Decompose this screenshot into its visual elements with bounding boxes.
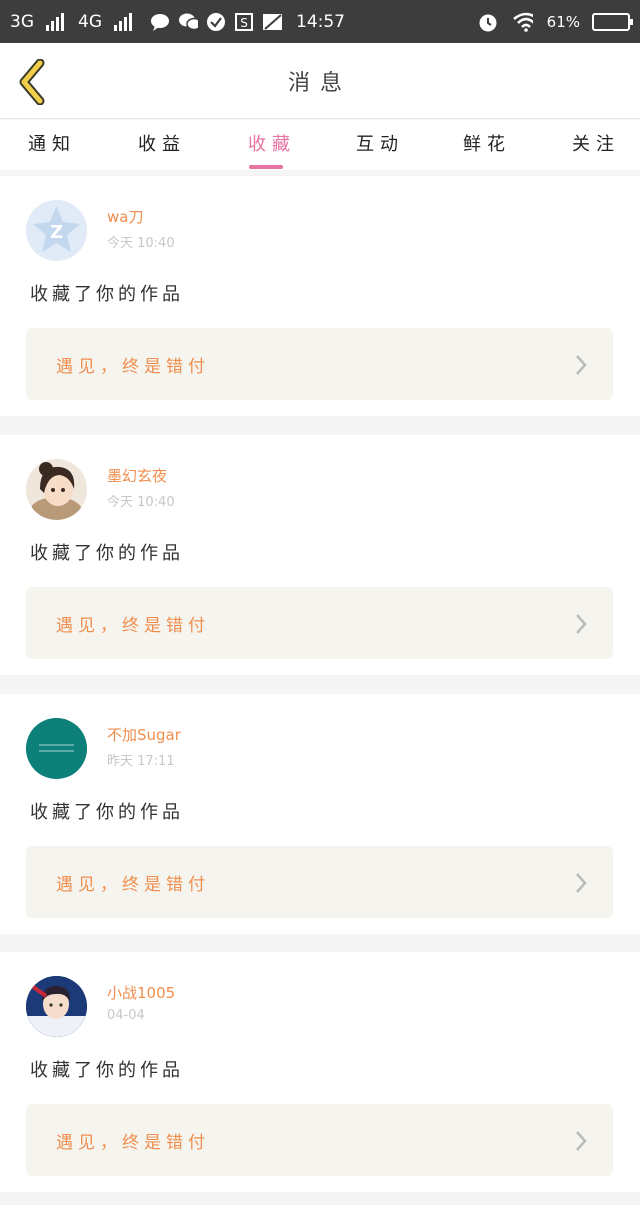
- no-sim-icon: [262, 12, 282, 32]
- wifi-icon: [512, 12, 533, 32]
- page-title: 消息: [287, 71, 352, 96]
- work-link[interactable]: 遇见，终是错付: [26, 846, 613, 918]
- signal-icon: [114, 12, 132, 31]
- username[interactable]: 小战1005: [107, 982, 175, 1003]
- list-item: 墨幻玄夜 今天 10:40 收藏了你的作品 遇见，终是错付: [0, 435, 640, 675]
- wechat-icon: [178, 12, 198, 32]
- username[interactable]: wa刀: [107, 206, 143, 227]
- action-text: 收藏了你的作品: [30, 802, 184, 823]
- chat-bubble-icon: [150, 12, 170, 32]
- chevron-right-icon: [576, 355, 587, 375]
- clock-time: 14:57: [296, 11, 345, 32]
- avatar[interactable]: Z: [26, 200, 87, 261]
- timestamp: 今天 10:40: [107, 495, 175, 510]
- timestamp: 昨天 17:11: [107, 754, 175, 769]
- tab-favorites[interactable]: 收藏: [248, 130, 296, 156]
- action-text: 收藏了你的作品: [30, 543, 184, 564]
- avatar[interactable]: [26, 459, 87, 520]
- svg-text:S: S: [240, 16, 248, 30]
- list-item: 不加Sugar 昨天 17:11 收藏了你的作品 遇见，终是错付: [0, 694, 640, 934]
- work-title: 遇见，终是错付: [56, 616, 210, 636]
- s-box-icon: S: [234, 12, 254, 32]
- username[interactable]: 不加Sugar: [107, 724, 181, 745]
- status-bar: 3G 4G S 14:57 61%: [0, 0, 640, 43]
- chevron-right-icon: [576, 1131, 587, 1151]
- battery-icon: [592, 12, 633, 31]
- work-link[interactable]: 遇见，终是错付: [26, 587, 613, 659]
- timestamp: 今天 10:40: [107, 236, 175, 251]
- chevron-right-icon: [576, 614, 587, 634]
- tab-flowers[interactable]: 鲜花: [463, 130, 511, 156]
- action-text: 收藏了你的作品: [30, 1060, 184, 1081]
- action-text: 收藏了你的作品: [30, 284, 184, 305]
- timestamp: 04-04: [107, 1008, 145, 1023]
- avatar[interactable]: [26, 976, 87, 1037]
- active-tab-indicator: [249, 165, 283, 169]
- tab-earnings[interactable]: 收益: [138, 130, 186, 156]
- work-link[interactable]: 遇见，终是错付: [26, 328, 613, 400]
- work-title: 遇见，终是错付: [56, 875, 210, 895]
- network-3g-label: 3G: [10, 11, 34, 32]
- battery-percent: 61%: [546, 12, 580, 31]
- signal-icon: [46, 12, 64, 31]
- tab-interactions[interactable]: 互动: [356, 130, 404, 156]
- check-circle-icon: [206, 12, 226, 32]
- tab-follows[interactable]: 关注: [572, 130, 620, 156]
- list-item: Z wa刀 今天 10:40 收藏了你的作品 遇见，终是错付: [0, 176, 640, 416]
- tab-bar: 通知 收益 收藏 互动 鲜花 关注: [0, 120, 640, 170]
- list-item: 小战1005 04-04 收藏了你的作品 遇见，终是错付: [0, 952, 640, 1192]
- work-title: 遇见，终是错付: [56, 1133, 210, 1153]
- network-4g-label: 4G: [78, 11, 102, 32]
- nav-header: 消息: [0, 43, 640, 119]
- work-title: 遇见，终是错付: [56, 357, 210, 377]
- work-link[interactable]: 遇见，终是错付: [26, 1104, 613, 1176]
- tab-notifications[interactable]: 通知: [28, 130, 76, 156]
- svg-text:Z: Z: [50, 222, 63, 243]
- avatar[interactable]: [26, 718, 87, 779]
- alarm-icon: [477, 12, 497, 32]
- username[interactable]: 墨幻玄夜: [107, 465, 167, 486]
- chevron-right-icon: [576, 873, 587, 893]
